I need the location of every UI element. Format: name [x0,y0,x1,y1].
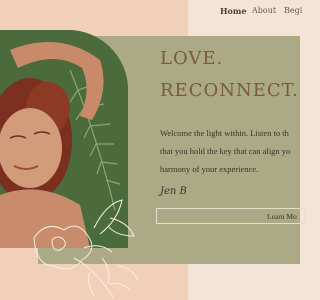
body-line: that you hold the key that can align yo [160,146,291,156]
body-line: harmony of your experience. [160,164,259,174]
signature-text: Jen B [160,186,187,197]
nav-begin-link[interactable]: Begi [284,6,302,15]
learn-more-button[interactable]: Learn Mo [156,208,306,224]
hero-heading-line-1: LOVE. [160,48,224,69]
nav-home-link[interactable]: Home [220,6,246,16]
hero-body-text: Welcome the light within. Listen to th t… [160,124,300,178]
nav-about-link[interactable]: About [252,6,276,15]
hero-heading-line-2: RECONNECT. BE [160,80,300,101]
body-line: Welcome the light within. Listen to th [160,128,289,138]
flower-illustration-icon [33,199,139,299]
